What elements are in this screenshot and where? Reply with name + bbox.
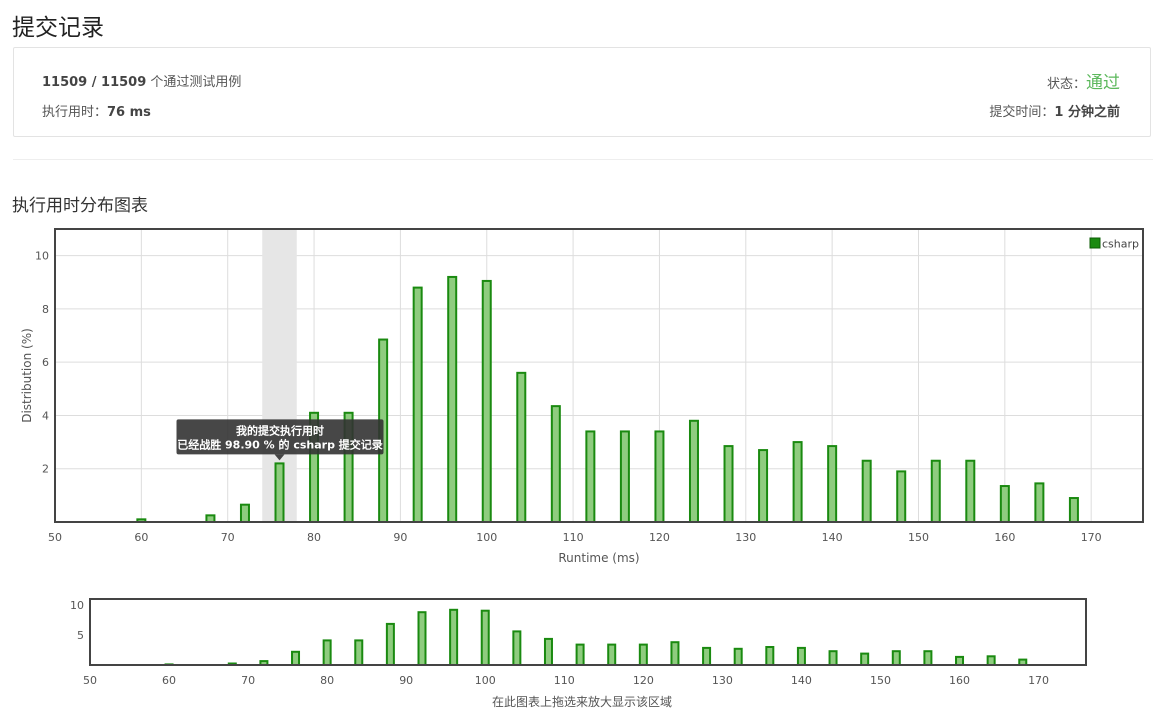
bar[interactable] (702, 646, 712, 667)
bar[interactable] (417, 611, 427, 667)
y-tick-label: 8 (42, 303, 49, 316)
bar[interactable] (828, 650, 838, 667)
navigator-chart[interactable]: 50 60 70 80 90 100 110 120 130 140 150 160 170 5 10 在此图… (70, 598, 1087, 709)
x-tick-label: 150 (908, 531, 929, 544)
x-tick-label: 110 (563, 531, 584, 544)
bar[interactable] (322, 639, 332, 667)
bar[interactable] (385, 622, 395, 667)
plot-frame (54, 228, 1144, 523)
bar[interactable] (955, 655, 965, 667)
legend-label: csharp (1102, 238, 1139, 251)
bar[interactable] (607, 643, 617, 666)
tooltip-text: 已经战胜 98.90 % 的 csharp 提交记录 (177, 437, 383, 451)
bar[interactable] (796, 646, 806, 667)
plot-frame (89, 598, 1087, 666)
bar[interactable] (354, 639, 364, 667)
x-tick-label: 120 (649, 531, 670, 544)
x-tick-label: 100 (475, 674, 496, 687)
x-tick-label: 60 (162, 674, 176, 687)
bar[interactable] (896, 470, 907, 523)
bar[interactable] (274, 462, 285, 523)
bar[interactable] (861, 459, 872, 523)
bar[interactable] (765, 646, 775, 666)
bar[interactable] (512, 630, 522, 667)
bar[interactable] (585, 430, 596, 524)
bar[interactable] (891, 650, 901, 667)
bar[interactable] (447, 275, 458, 524)
bar[interactable] (654, 430, 665, 524)
bar[interactable] (930, 459, 941, 523)
navigator-hint: 在此图表上拖选来放大显示该区域 (492, 694, 672, 709)
y-tick-label: 6 (42, 356, 49, 369)
bar[interactable] (516, 371, 527, 523)
bar[interactable] (827, 445, 838, 523)
x-tick-label: 50 (48, 531, 62, 544)
legend-swatch[interactable] (1089, 237, 1101, 249)
y-tick-label: 5 (77, 629, 84, 642)
x-tick-label: 160 (949, 674, 970, 687)
bar[interactable] (723, 445, 734, 523)
x-tick-label: 80 (307, 531, 321, 544)
bar[interactable] (543, 637, 553, 667)
bar[interactable] (412, 286, 423, 523)
bar[interactable] (449, 608, 459, 666)
x-tick-label: 110 (554, 674, 575, 687)
bar[interactable] (291, 650, 301, 666)
x-tick-label: 120 (633, 674, 654, 687)
x-tick-label: 70 (241, 674, 255, 687)
x-tick-label: 50 (83, 674, 97, 687)
bar[interactable] (986, 655, 996, 666)
bar[interactable] (999, 485, 1010, 524)
x-tick-label: 170 (1028, 674, 1049, 687)
bar[interactable] (575, 643, 585, 666)
bar[interactable] (733, 647, 743, 666)
x-tick-label: 150 (870, 674, 891, 687)
bar[interactable] (1034, 482, 1045, 523)
x-tick-label: 70 (221, 531, 235, 544)
x-tick-label: 100 (476, 531, 497, 544)
y-tick-label: 2 (42, 463, 49, 476)
bar[interactable] (860, 652, 870, 666)
bar[interactable] (1068, 497, 1079, 524)
y-tick-label: 4 (42, 409, 49, 422)
x-tick-label: 80 (320, 674, 334, 687)
tooltip-title: 我的提交执行用时 (236, 423, 324, 437)
x-tick-label: 170 (1081, 531, 1102, 544)
y-tick-label: 10 (35, 250, 49, 263)
x-tick-label: 160 (994, 531, 1015, 544)
main-chart[interactable]: 50 60 70 80 90 100 110 120 130 140 150 160 170 2 4 6 8 10… (20, 228, 1144, 565)
bar[interactable] (619, 430, 630, 524)
x-tick-label: 90 (393, 531, 407, 544)
x-tick-label: 140 (791, 674, 812, 687)
x-axis-label: Runtime (ms) (558, 551, 639, 565)
bar[interactable] (965, 459, 976, 523)
bar[interactable] (638, 643, 648, 666)
bar[interactable] (481, 279, 492, 524)
bar[interactable] (688, 419, 699, 524)
bar[interactable] (792, 441, 803, 523)
bar[interactable] (239, 503, 250, 524)
x-tick-label: 130 (712, 674, 733, 687)
bar[interactable] (670, 641, 680, 667)
x-tick-label: 60 (134, 531, 148, 544)
bar[interactable] (550, 405, 561, 523)
bar[interactable] (758, 449, 769, 523)
bar[interactable] (923, 650, 933, 667)
x-tick-label: 90 (399, 674, 413, 687)
y-axis-label: Distribution (%) (20, 328, 34, 423)
x-tick-label: 130 (735, 531, 756, 544)
y-tick-label: 10 (70, 599, 84, 612)
bar[interactable] (480, 609, 490, 667)
runtime-distribution-charts[interactable]: 50 60 70 80 90 100 110 120 130 140 150 160 170 2 4 6 8 10… (0, 0, 1166, 714)
x-tick-label: 140 (822, 531, 843, 544)
